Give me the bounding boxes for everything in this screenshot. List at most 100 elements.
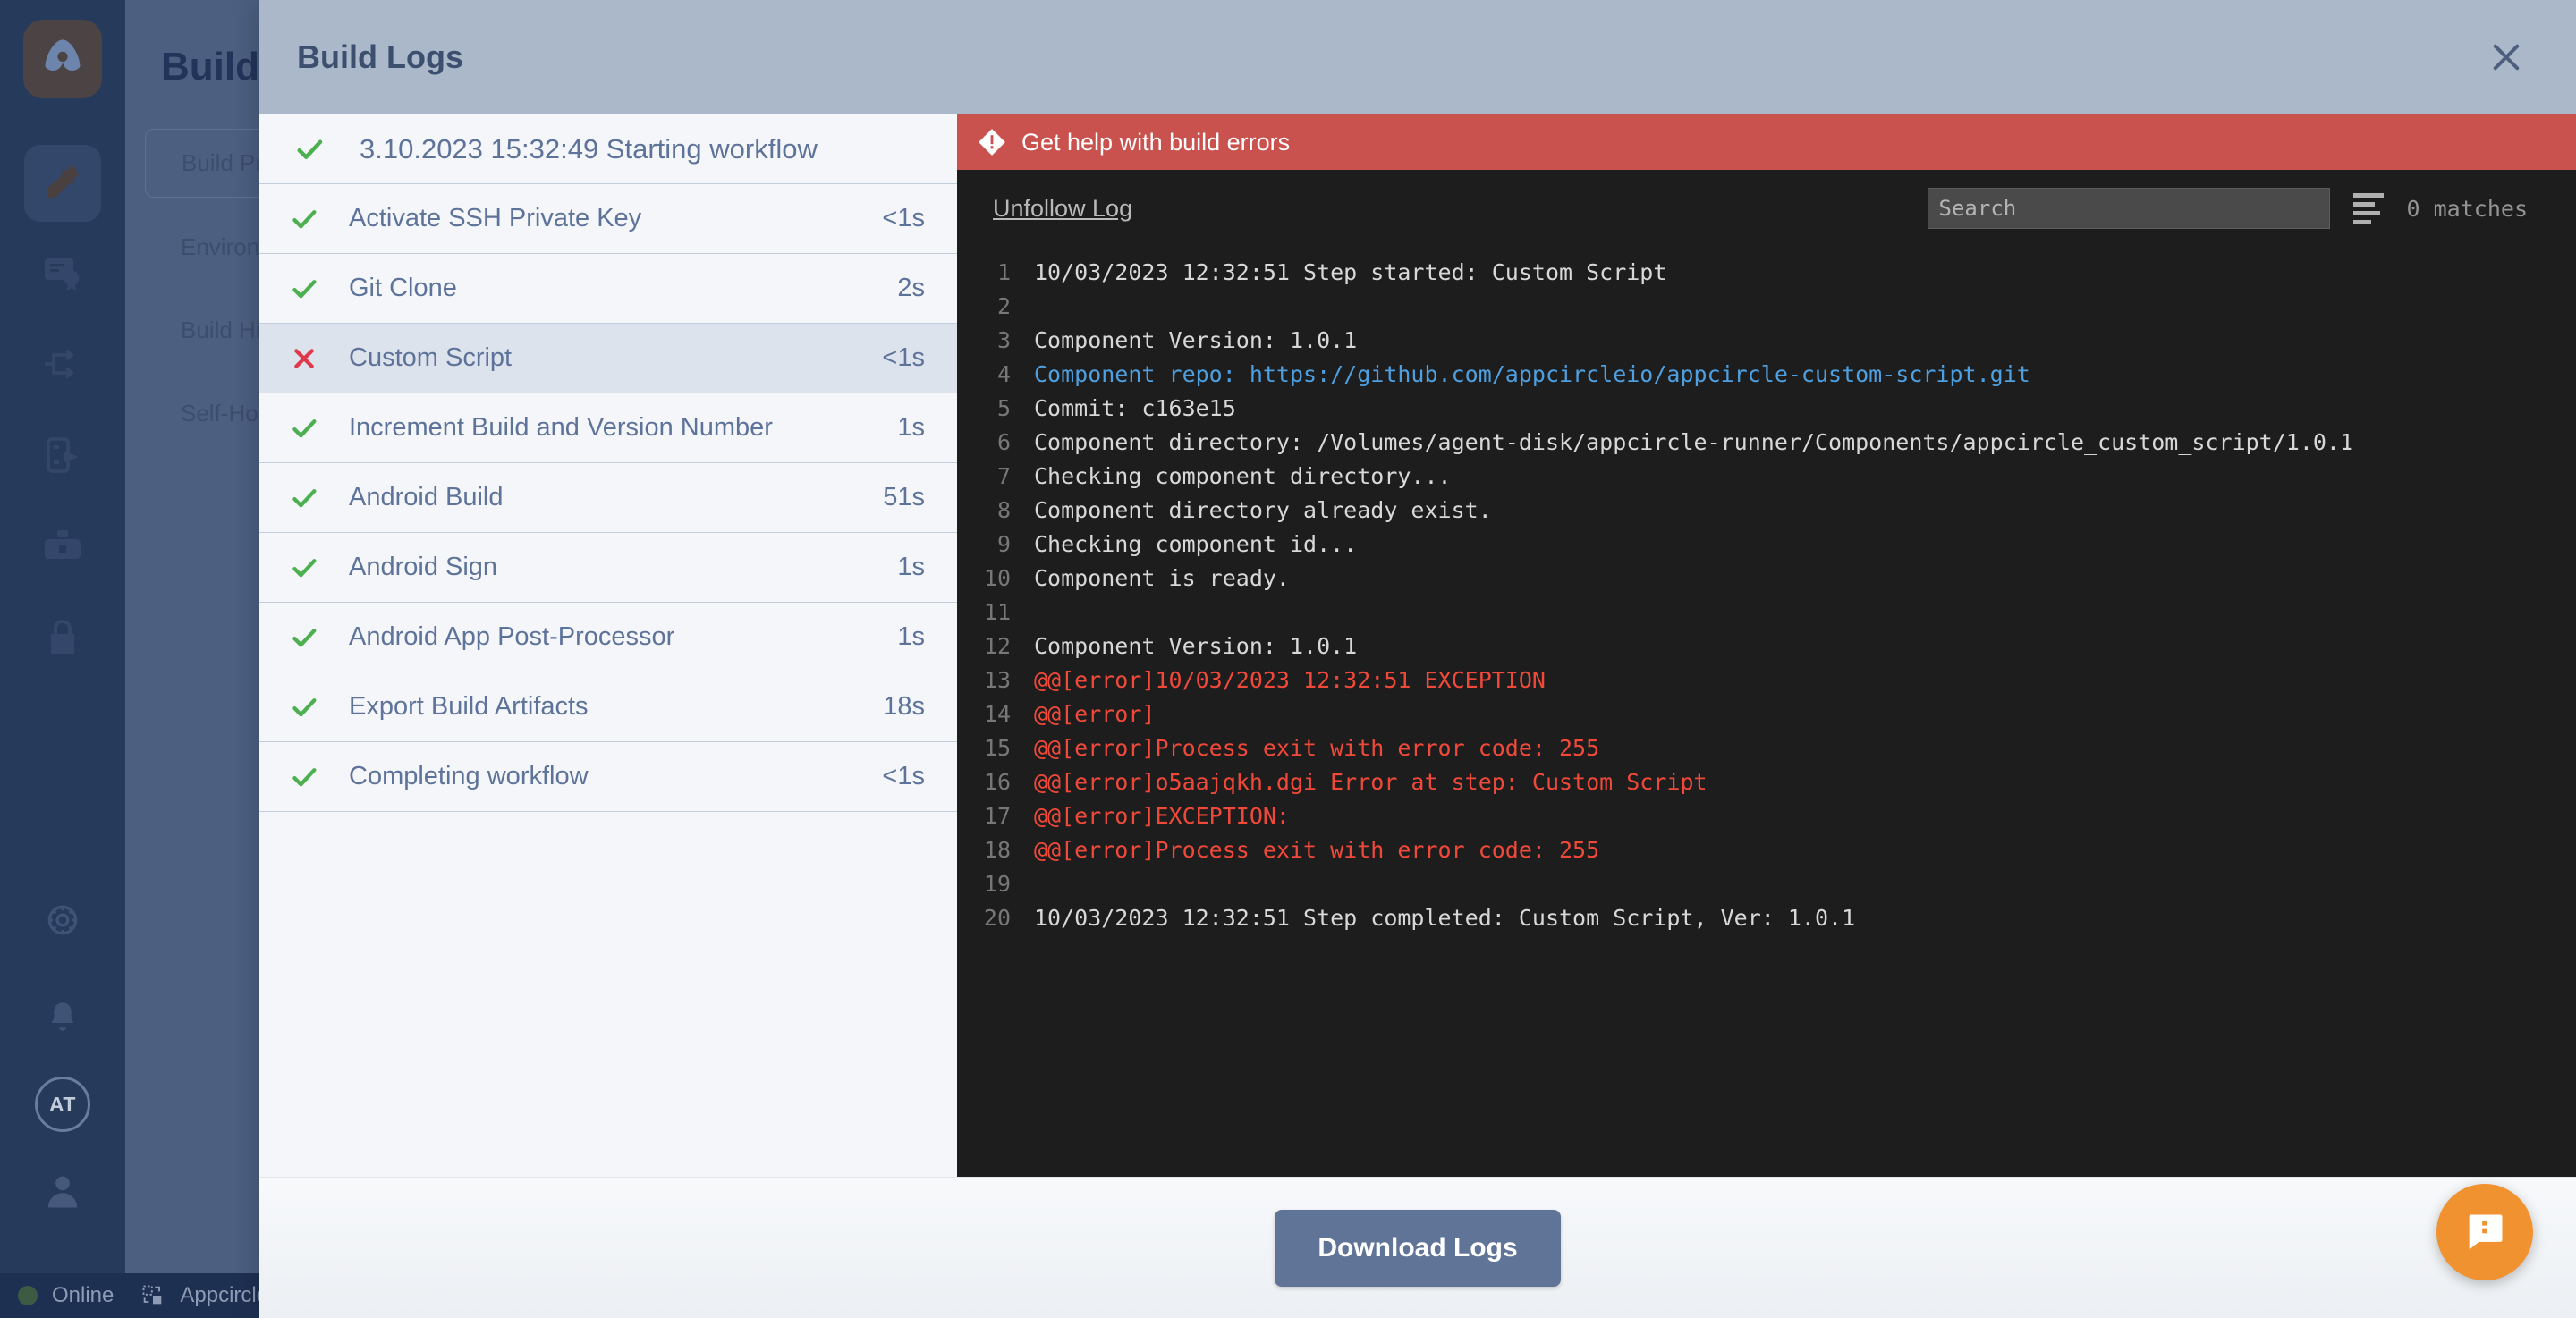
line-number: 3 bbox=[996, 327, 1011, 353]
text-wrap-icon[interactable] bbox=[2352, 192, 2384, 224]
line-text: @@[error]Process exit with error code: 2… bbox=[1034, 837, 1600, 863]
line-number: 11 bbox=[983, 599, 1011, 625]
line-text: Checking component directory... bbox=[1034, 463, 1452, 489]
error-alert-icon bbox=[977, 127, 1007, 157]
connection-status-dot bbox=[18, 1286, 38, 1305]
step-label: Android App Post-Processor bbox=[349, 622, 675, 651]
line-number: 5 bbox=[996, 395, 1011, 421]
table-row[interactable]: Android Build 51s bbox=[259, 463, 957, 533]
check-icon bbox=[259, 553, 349, 583]
step-duration: <1s bbox=[882, 204, 925, 232]
line-number: 16 bbox=[983, 769, 1011, 795]
rail-item-distribution[interactable] bbox=[24, 327, 101, 404]
line-number: 17 bbox=[983, 803, 1011, 829]
line-number: 20 bbox=[983, 905, 1011, 931]
line-text: Checking component id... bbox=[1034, 531, 1358, 557]
cross-icon bbox=[259, 344, 349, 373]
check-icon bbox=[259, 274, 349, 304]
line-text: Component directory: /Volumes/agent-disk… bbox=[1034, 429, 2354, 455]
rail-item-settings[interactable] bbox=[24, 883, 101, 960]
check-icon bbox=[259, 762, 349, 792]
log-line: 5 Commit: c163e15 bbox=[957, 392, 2576, 426]
download-logs-button[interactable]: Download Logs bbox=[1275, 1209, 1561, 1287]
step-duration: <1s bbox=[882, 343, 925, 372]
line-number: 12 bbox=[983, 633, 1011, 659]
line-number: 2 bbox=[996, 293, 1011, 319]
log-line: 11 bbox=[957, 596, 2576, 629]
table-row[interactable]: Android App Post-Processor 1s bbox=[259, 603, 957, 672]
table-row[interactable]: Custom Script <1s bbox=[259, 324, 957, 393]
line-number: 10 bbox=[983, 565, 1011, 591]
line-number: 1 bbox=[996, 259, 1011, 285]
appcircle-mark-icon bbox=[140, 1283, 165, 1308]
log-line: 16 @@[error]o5aajqkh.dgi Error at step: C… bbox=[957, 765, 2576, 799]
rail-item-signing-identities[interactable] bbox=[24, 236, 101, 313]
table-row[interactable]: Completing workflow <1s bbox=[259, 742, 957, 812]
log-line: 20 10/03/2023 12:32:51 Step completed: Cu… bbox=[957, 901, 2576, 935]
log-line: 9 Checking component id... bbox=[957, 528, 2576, 562]
table-row[interactable]: Android Sign 1s bbox=[259, 533, 957, 603]
line-number: 4 bbox=[996, 361, 1011, 387]
rail-item-notifications[interactable] bbox=[24, 980, 101, 1057]
table-row[interactable]: Increment Build and Version Number 1s bbox=[259, 393, 957, 463]
line-number: 19 bbox=[983, 871, 1011, 897]
line-text: Component Version: 1.0.1 bbox=[1034, 633, 1358, 659]
line-number: 7 bbox=[996, 463, 1011, 489]
table-row[interactable]: Export Build Artifacts 18s bbox=[259, 672, 957, 742]
line-number: 14 bbox=[983, 701, 1011, 727]
modal-body: 3.10.2023 15:32:49 Starting workflow Act… bbox=[259, 114, 2576, 1177]
search-input[interactable] bbox=[1927, 188, 2330, 229]
rail-item-profile[interactable] bbox=[24, 1153, 101, 1230]
log-line: 18 @@[error]Process exit with error code:… bbox=[957, 833, 2576, 867]
avatar[interactable]: AT bbox=[35, 1077, 90, 1132]
check-icon bbox=[259, 483, 349, 513]
chat-support-icon[interactable] bbox=[2436, 1184, 2533, 1280]
log-line: 13 @@[error]10/03/2023 12:32:51 EXCEPTION bbox=[957, 663, 2576, 697]
step-label: Completing workflow bbox=[349, 762, 589, 790]
unfollow-log-toggle[interactable]: Unfollow Log bbox=[993, 195, 1132, 223]
log-line: 3 Component Version: 1.0.1 bbox=[957, 324, 2576, 358]
log-line: 4 Component repo: https://github.com/appc… bbox=[957, 358, 2576, 392]
line-text: Component directory already exist. bbox=[1034, 497, 1492, 523]
organization-label: Appcircle bbox=[180, 1283, 269, 1307]
step-label: Activate SSH Private Key bbox=[349, 204, 642, 232]
check-icon bbox=[259, 692, 349, 722]
rail-item-testing-distribution[interactable] bbox=[24, 418, 101, 495]
user-circle-icon bbox=[39, 1167, 86, 1218]
search-matches-count: 0 matches bbox=[2406, 195, 2528, 222]
log-output[interactable]: 1 10/03/2023 12:32:51 Step started: Custo… bbox=[957, 247, 2576, 1177]
log-line: 17 @@[error]EXCEPTION: bbox=[957, 799, 2576, 833]
line-number: 6 bbox=[996, 429, 1011, 455]
log-toolbar-right: 0 matches bbox=[1927, 188, 2528, 229]
settings-gear-icon bbox=[43, 900, 82, 944]
step-label: Increment Build and Version Number bbox=[349, 413, 773, 442]
rail-item-security[interactable] bbox=[24, 601, 101, 678]
certificate-icon bbox=[41, 251, 84, 299]
workflow-steps-list: 3.10.2023 15:32:49 Starting workflow Act… bbox=[259, 114, 957, 1177]
error-banner-label: Get help with build errors bbox=[1021, 128, 1291, 156]
step-duration: 18s bbox=[883, 692, 925, 721]
line-number: 13 bbox=[983, 667, 1011, 693]
close-icon[interactable] bbox=[2481, 32, 2531, 82]
modal-title: Build Logs bbox=[297, 38, 463, 75]
step-label: Android Sign bbox=[349, 553, 498, 581]
log-line: 12 Component Version: 1.0.1 bbox=[957, 629, 2576, 663]
error-banner[interactable]: Get help with build errors bbox=[957, 114, 2576, 170]
testing-distribution-icon bbox=[41, 434, 84, 481]
global-icon-rail: AT bbox=[0, 0, 125, 1318]
line-text[interactable]: Component repo: https://github.com/appci… bbox=[1034, 358, 2030, 392]
enterprise-store-icon bbox=[41, 525, 84, 572]
check-icon bbox=[259, 622, 349, 653]
line-text: 10/03/2023 12:32:51 Step completed: Cust… bbox=[1034, 905, 1856, 931]
rail-item-enterprise-store[interactable] bbox=[24, 510, 101, 587]
workflow-header-row[interactable]: 3.10.2023 15:32:49 Starting workflow bbox=[259, 114, 957, 184]
appcircle-logo-icon[interactable] bbox=[23, 20, 102, 98]
log-line: 14 @@[error] bbox=[957, 697, 2576, 731]
line-text: @@[error]Process exit with error code: 2… bbox=[1034, 735, 1600, 761]
line-text: 10/03/2023 12:32:51 Step started: Custom… bbox=[1034, 259, 1667, 285]
rail-item-build[interactable] bbox=[24, 145, 101, 222]
log-line: 7 Checking component directory... bbox=[957, 460, 2576, 494]
table-row[interactable]: Activate SSH Private Key <1s bbox=[259, 184, 957, 254]
table-row[interactable]: Git Clone 2s bbox=[259, 254, 957, 324]
log-line: 6 Component directory: /Volumes/agent-dis… bbox=[957, 426, 2576, 460]
